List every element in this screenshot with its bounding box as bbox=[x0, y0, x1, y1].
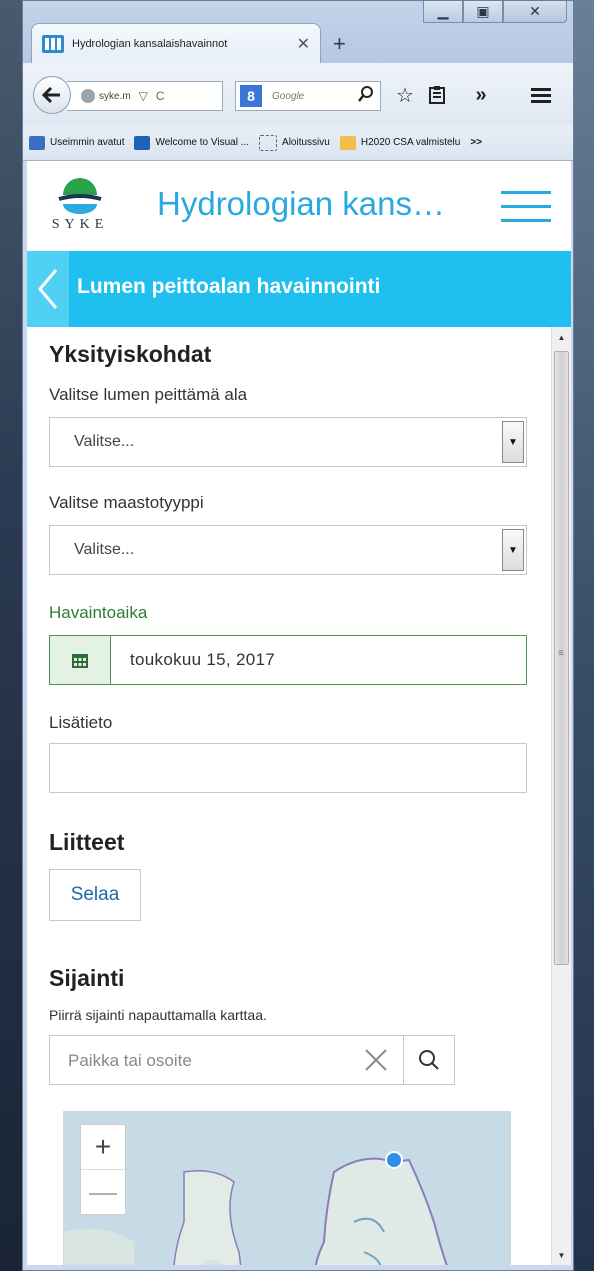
bookmarks-bar: Useimmin avatut Welcome to Visual ... Al… bbox=[23, 125, 573, 161]
bookmark-label: Aloitussivu bbox=[282, 137, 330, 148]
scroll-up-icon[interactable]: ▲ bbox=[552, 327, 571, 347]
back-chevron-button[interactable] bbox=[27, 251, 69, 327]
reading-list-icon[interactable] bbox=[423, 81, 451, 109]
bookmark-label: H2020 CSA valmistelu bbox=[360, 137, 461, 148]
folder-icon bbox=[339, 135, 356, 150]
close-window-button[interactable]: ✕ bbox=[503, 1, 567, 23]
tab-title: Hydrologian kansalaishavainnot bbox=[72, 37, 228, 50]
overflow-chevron-icon[interactable]: » bbox=[467, 81, 495, 109]
place-search-placeholder: Paikka tai osoite bbox=[68, 1051, 192, 1070]
calendar-icon[interactable] bbox=[50, 636, 111, 684]
title-bar: ▁ ▣ ✕ Hydrologian kansalaishavainnot ✕ + bbox=[23, 1, 573, 63]
browser-window: ▁ ▣ ✕ Hydrologian kansalaishavainnot ✕ +… bbox=[22, 0, 574, 1271]
bookmarks-overflow-icon[interactable]: >> bbox=[470, 137, 482, 148]
back-arrow-icon bbox=[42, 86, 60, 104]
menu-icon[interactable] bbox=[527, 81, 555, 109]
terrain-label: Valitse maastotyyppi bbox=[49, 493, 204, 512]
search-bar[interactable]: 8 Google bbox=[235, 81, 381, 111]
bookmark-item[interactable]: Useimmin avatut bbox=[29, 135, 125, 150]
app-header: SYKE Hydrologian kans… bbox=[27, 161, 571, 251]
dropdown-arrow-icon[interactable]: ▼ bbox=[502, 421, 524, 463]
syke-logo[interactable]: SYKE bbox=[43, 177, 117, 237]
snow-cover-label: Valitse lumen peittämä ala bbox=[49, 385, 248, 404]
page-scrollbar[interactable]: ▲ ≡ ▼ bbox=[551, 327, 571, 1265]
zoom-controls: + — bbox=[80, 1124, 126, 1215]
bookmark-label: Useimmin avatut bbox=[50, 137, 125, 148]
location-hint: Piirrä sijainti napauttamalla karttaa. bbox=[49, 1007, 267, 1023]
snow-cover-value: Valitse... bbox=[74, 433, 135, 450]
bookmark-item[interactable]: Aloitussivu bbox=[259, 134, 330, 151]
browser-tab[interactable]: Hydrologian kansalaishavainnot ✕ bbox=[31, 23, 321, 63]
search-icon[interactable] bbox=[358, 86, 374, 106]
dropdown-arrow-icon[interactable]: ▽ bbox=[139, 89, 148, 103]
window-controls: ▁ ▣ ✕ bbox=[423, 1, 567, 23]
form-content: Yksityiskohdat Valitse lumen peittämä al… bbox=[27, 327, 547, 1265]
app-title: Hydrologian kans… bbox=[157, 185, 445, 222]
search-placeholder: Google bbox=[272, 90, 305, 102]
visual-studio-icon bbox=[134, 135, 151, 150]
page-icon bbox=[29, 135, 45, 150]
page-title: Lumen peittoalan havainnointi bbox=[77, 275, 381, 298]
address-bar[interactable]: syke.m ▽ C bbox=[67, 81, 223, 111]
scroll-grip-icon: ≡ bbox=[558, 648, 564, 659]
dashed-page-icon bbox=[259, 134, 278, 151]
scroll-thumb[interactable]: ≡ bbox=[554, 351, 569, 965]
desktop-background-right bbox=[574, 0, 594, 1271]
zoom-out-button[interactable]: — bbox=[81, 1169, 125, 1214]
snow-cover-select[interactable]: Valitse... ▼ bbox=[49, 417, 527, 467]
bookmark-star-icon[interactable]: ☆ bbox=[391, 81, 419, 109]
new-tab-button[interactable]: + bbox=[333, 31, 346, 57]
bookmark-item[interactable]: Welcome to Visual ... bbox=[134, 135, 250, 150]
chevron-left-icon bbox=[38, 269, 58, 309]
reload-icon[interactable]: C bbox=[156, 89, 165, 103]
tab-close-icon[interactable]: ✕ bbox=[297, 34, 310, 54]
observation-time-label: Havaintoaika bbox=[49, 603, 148, 622]
terrain-select[interactable]: Valitse... ▼ bbox=[49, 525, 527, 575]
location-map[interactable]: + — bbox=[63, 1111, 511, 1265]
place-search-button[interactable] bbox=[403, 1036, 454, 1084]
globe-icon bbox=[81, 89, 95, 103]
url-text: syke.m bbox=[99, 90, 131, 102]
page-title-bar: Lumen peittoalan havainnointi bbox=[27, 251, 571, 327]
location-heading: Sijainti bbox=[49, 965, 125, 991]
hamburger-menu-icon[interactable] bbox=[501, 191, 551, 231]
clear-icon[interactable] bbox=[358, 1042, 394, 1078]
place-search-input[interactable]: Paikka tai osoite bbox=[49, 1035, 455, 1085]
extra-info-label: Lisätieto bbox=[49, 713, 113, 732]
map-tiles bbox=[64, 1112, 510, 1265]
observation-date-value: toukokuu 15, 2017 bbox=[130, 650, 275, 669]
desktop-background-left bbox=[0, 0, 22, 1271]
zoom-in-button[interactable]: + bbox=[81, 1125, 125, 1169]
syke-logo-icon bbox=[58, 178, 102, 214]
browse-button[interactable]: Selaa bbox=[49, 869, 141, 921]
logo-text: SYKE bbox=[51, 217, 109, 232]
map-marker-icon[interactable] bbox=[384, 1150, 404, 1170]
search-engine-icon[interactable]: 8 bbox=[240, 85, 262, 107]
navigation-toolbar: syke.m ▽ C 8 Google ☆ » bbox=[23, 63, 573, 126]
page-viewport: SYKE Hydrologian kans… Lumen peittoalan … bbox=[27, 161, 571, 1265]
extra-info-input[interactable] bbox=[49, 743, 527, 793]
terrain-value: Valitse... bbox=[74, 541, 135, 558]
bookmark-item[interactable]: H2020 CSA valmistelu bbox=[339, 135, 461, 150]
observation-date-field[interactable]: toukokuu 15, 2017 bbox=[49, 635, 527, 685]
site-favicon-icon bbox=[42, 34, 64, 53]
bookmark-label: Welcome to Visual ... bbox=[155, 137, 250, 148]
minimize-button[interactable]: ▁ bbox=[423, 1, 463, 23]
dropdown-arrow-icon[interactable]: ▼ bbox=[502, 529, 524, 571]
search-icon bbox=[419, 1050, 439, 1070]
details-heading: Yksityiskohdat bbox=[49, 341, 212, 367]
scroll-down-icon[interactable]: ▼ bbox=[552, 1245, 571, 1265]
maximize-button[interactable]: ▣ bbox=[463, 1, 503, 23]
attachments-heading: Liitteet bbox=[49, 829, 125, 855]
back-button[interactable] bbox=[33, 76, 71, 114]
